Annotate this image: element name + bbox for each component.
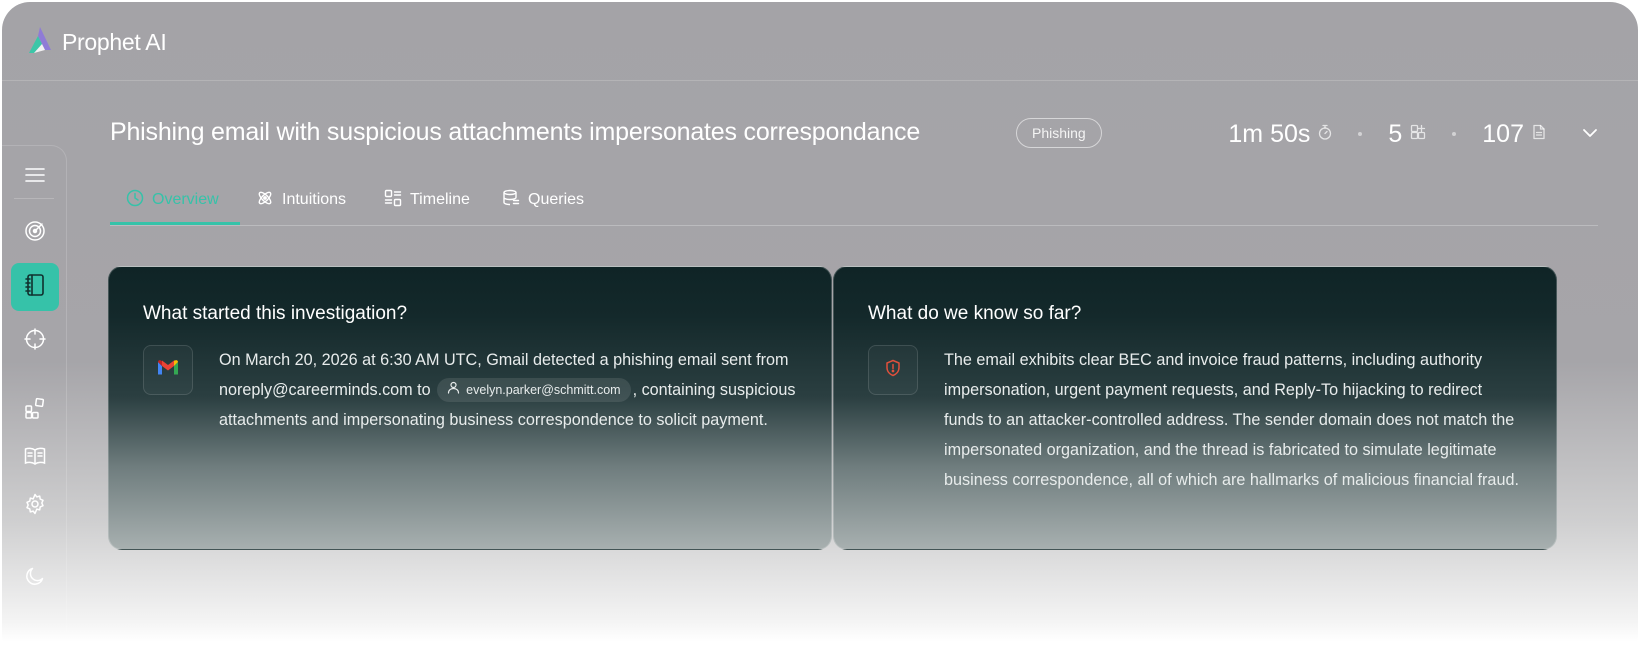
user-chip[interactable]: evelyn.parker@schmitt.com [437,375,631,405]
database-icon [502,189,520,212]
tab-intuitions[interactable]: Intuitions [256,177,346,223]
sidebar [2,145,67,662]
tab-queries-label: Queries [528,191,585,208]
sidebar-item-radar[interactable] [11,209,59,257]
gear-icon [24,493,46,520]
sidebar-item-crosshair[interactable] [11,317,59,365]
tab-overview[interactable]: Overview [126,177,219,223]
book-icon [24,446,46,471]
case-header: Phishing email with suspicious attachmen… [110,114,1598,154]
tab-intuitions-label: Intuitions [282,191,347,208]
atom-icon [256,189,274,212]
threat-indicator [868,345,918,395]
gmail-icon [157,359,179,381]
investigation-trigger-card: What started this investigation? On Marc… [108,266,832,550]
app-window: Prophet AI Phishing email with suspiciou… [2,2,1638,662]
notebook-icon [24,273,46,302]
chevron-down-icon [1582,125,1598,143]
stopwatch-icon [1318,124,1332,145]
theme-toggle[interactable] [11,554,59,602]
tab-timeline[interactable]: Timeline [384,177,470,223]
card-title: What do we know so far? [868,303,1082,324]
card-title: What started this investigation? [143,303,408,324]
sidebar-divider [14,198,54,199]
findings-card: What do we know so far? The email exhibi… [833,266,1557,550]
prophet-logo-icon [28,26,54,59]
user-icon [447,375,460,405]
category-badge: Phishing [1016,118,1102,148]
stat-duration-value: 1m 50s [1228,119,1311,148]
tab-overview-label: Overview [152,191,219,208]
tab-queries[interactable]: Queries [502,177,584,223]
timeline-icon [384,189,402,212]
grid-plus-icon [1410,124,1426,145]
page-title: Phishing email with suspicious attachmen… [110,118,921,146]
brand-name: Prophet AI [62,29,167,55]
brand[interactable]: Prophet AI [28,26,167,59]
stat-events: 107 [1482,120,1546,149]
sidebar-item-book[interactable] [11,434,59,482]
stat-entities-value: 5 [1388,119,1403,148]
user-chip-label: evelyn.parker@schmitt.com [466,382,621,397]
stat-entities: 5 [1388,120,1426,149]
menu-button[interactable] [11,153,59,201]
menu-icon [25,167,45,188]
expand-header-button[interactable] [1582,125,1598,143]
tab-timeline-label: Timeline [410,191,470,208]
active-tab-indicator [110,222,240,225]
stat-duration: 1m 50s [1228,120,1332,149]
sidebar-item-settings[interactable] [11,482,59,530]
widgets-icon [24,397,46,424]
sidebar-item-widgets[interactable] [11,386,59,434]
radar-icon [24,220,46,247]
moon-icon [24,565,46,592]
card-body: On March 20, 2026 at 6:30 AM UTC, Gmail … [219,345,799,435]
tab-bar: Overview Intuitions Timeline Queries [110,177,1598,226]
top-bar: Prophet AI [2,2,1638,81]
case-stats: 1m 50s 5 107 [1228,114,1598,154]
gmail-source [143,345,193,395]
stat-separator [1358,132,1363,136]
sidebar-item-notebook[interactable] [11,263,59,311]
stat-separator [1452,132,1457,136]
crosshair-icon [24,327,46,355]
card-body: The email exhibits clear BEC and invoice… [944,351,1519,489]
document-icon [1532,124,1546,145]
clock-icon [126,189,144,212]
shield-alert-icon [885,359,901,382]
stat-events-value: 107 [1482,119,1524,148]
